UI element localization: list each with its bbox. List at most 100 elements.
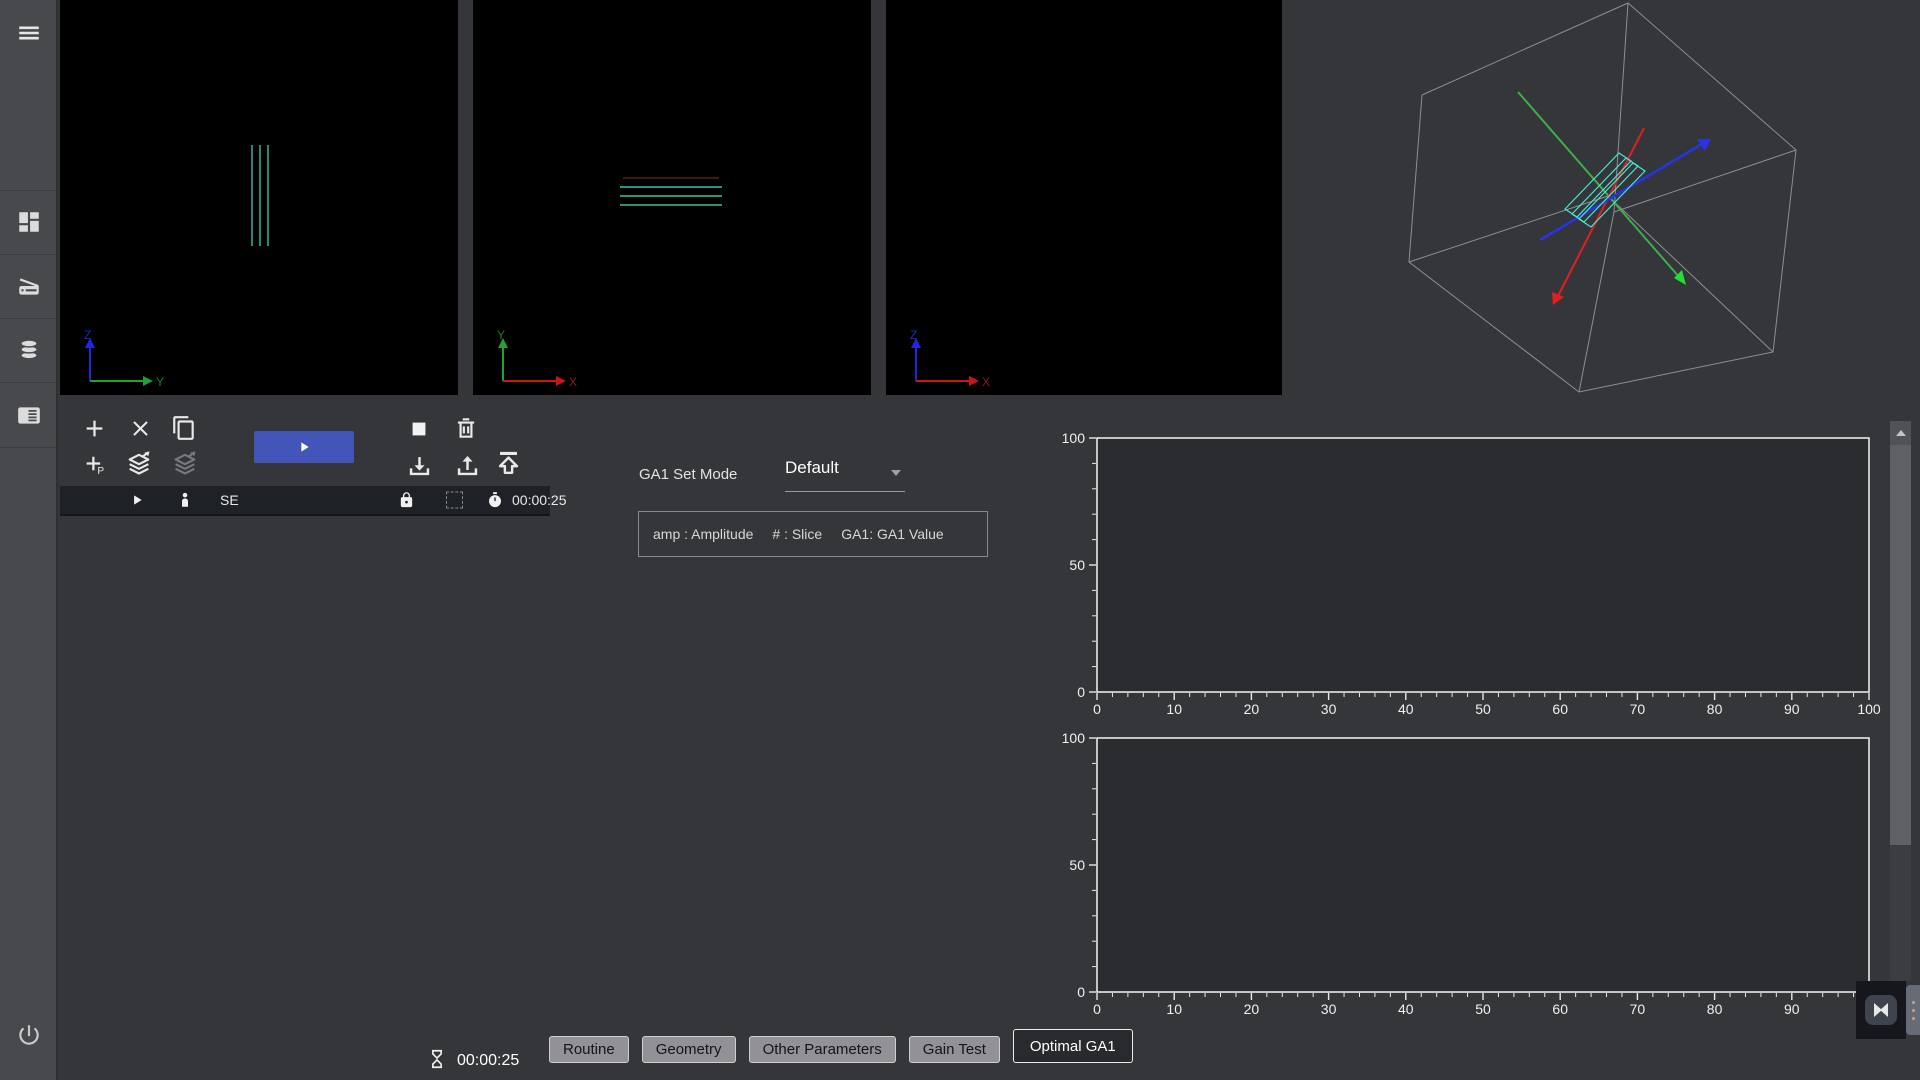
database-icon bbox=[16, 337, 42, 363]
legend-item: amp : Amplitude bbox=[653, 526, 753, 542]
copy-icon bbox=[171, 415, 197, 441]
svg-text:P: P bbox=[97, 466, 104, 477]
x-tick-label: 20 bbox=[1244, 1001, 1260, 1017]
arrow-up-icon bbox=[1896, 430, 1906, 436]
chat-widget[interactable] bbox=[1856, 981, 1906, 1039]
scrollbar-thumb[interactable] bbox=[1890, 445, 1911, 845]
app-root: Z Y Y X Z X bbox=[0, 0, 1920, 1080]
stop-button[interactable] bbox=[399, 409, 439, 449]
remove-button[interactable] bbox=[120, 408, 160, 448]
selection-box-icon bbox=[446, 492, 463, 509]
x-tick-label: 40 bbox=[1398, 701, 1414, 717]
add-icon bbox=[81, 415, 108, 442]
chevron-down-icon bbox=[891, 470, 901, 476]
tab-optimal-ga1[interactable]: Optimal GA1 bbox=[1013, 1029, 1133, 1063]
menu-button[interactable] bbox=[9, 13, 49, 53]
sidebar-item-database[interactable] bbox=[9, 330, 49, 370]
legend-item: GA1: GA1 Value bbox=[841, 526, 943, 542]
sidebar-divider bbox=[0, 447, 56, 448]
view-3d[interactable] bbox=[1282, 0, 1920, 420]
x-tick-label: 0 bbox=[1093, 701, 1101, 717]
dashboard-icon bbox=[16, 209, 42, 235]
scroll-up-button[interactable] bbox=[1890, 421, 1911, 445]
tab-routine[interactable]: Routine bbox=[549, 1036, 629, 1063]
add-button[interactable] bbox=[74, 408, 114, 448]
stop-icon bbox=[408, 418, 430, 440]
x-tick-label: 30 bbox=[1321, 701, 1337, 717]
handle-dot bbox=[1912, 1001, 1915, 1004]
sidebar-item-scanner[interactable] bbox=[9, 266, 49, 306]
sequence-elapsed: 00:00:25 bbox=[512, 492, 567, 508]
y-tick-label: 50 bbox=[1069, 557, 1085, 573]
x-tick-label: 20 bbox=[1244, 701, 1260, 717]
publish-icon bbox=[494, 448, 523, 477]
axis-label-v: Z bbox=[84, 329, 91, 342]
axis-label-h: X bbox=[982, 375, 990, 389]
chat-widget-icon bbox=[1862, 993, 1900, 1027]
tab-other-parameters[interactable]: Other Parameters bbox=[749, 1036, 896, 1063]
x-tick-label: 70 bbox=[1630, 701, 1646, 717]
publish-button[interactable] bbox=[488, 442, 528, 482]
x-tick-label: 50 bbox=[1475, 701, 1491, 717]
ga1-plot-top: 0102030405060708090100050100 bbox=[1055, 425, 1900, 725]
reader-icon bbox=[16, 402, 42, 428]
patient-icon bbox=[176, 491, 194, 509]
upload-button[interactable] bbox=[447, 445, 487, 485]
ga1-plot-bottom: 0102030405060708090100050100 bbox=[1055, 725, 1900, 1025]
layers-disabled-button[interactable] bbox=[165, 443, 205, 483]
tab-geometry[interactable]: Geometry bbox=[642, 1036, 736, 1063]
y-tick-label: 0 bbox=[1077, 984, 1085, 1000]
vertical-scrollbar[interactable] bbox=[1890, 421, 1911, 981]
hourglass-icon bbox=[426, 1046, 448, 1072]
ga1-set-mode-select[interactable]: Default bbox=[785, 458, 905, 492]
scanner-icon bbox=[16, 273, 42, 299]
sidebar-item-reader[interactable] bbox=[9, 395, 49, 435]
viewport-axial[interactable]: Z X bbox=[886, 0, 1282, 395]
power-button[interactable] bbox=[9, 1015, 49, 1055]
tab-gain-test[interactable]: Gain Test bbox=[909, 1036, 1000, 1063]
x-tick-label: 80 bbox=[1707, 701, 1723, 717]
x-tick-label: 70 bbox=[1630, 1001, 1646, 1017]
x-tick-label: 10 bbox=[1166, 1001, 1182, 1017]
x-tick-label: 30 bbox=[1321, 1001, 1337, 1017]
slice-stack-3d bbox=[1565, 153, 1645, 227]
add-p-icon: P bbox=[81, 450, 108, 477]
axis-label-v: Z bbox=[910, 329, 917, 342]
x-tick-label: 50 bbox=[1475, 1001, 1491, 1017]
sequence-name: SE bbox=[220, 492, 239, 508]
sidebar-divider bbox=[0, 382, 56, 383]
viewport-coronal[interactable]: Z Y bbox=[60, 0, 458, 395]
sidebar bbox=[0, 0, 58, 1080]
plot-area bbox=[1097, 438, 1869, 692]
copy-button[interactable] bbox=[164, 408, 204, 448]
layers-button[interactable] bbox=[119, 443, 159, 483]
download-button[interactable] bbox=[399, 445, 439, 485]
sequence-row[interactable]: SE 00:00:25 bbox=[60, 486, 550, 516]
select-underline bbox=[785, 491, 905, 492]
sidebar-item-dashboard[interactable] bbox=[9, 202, 49, 242]
menu-icon bbox=[16, 20, 42, 46]
axis-label-h: Y bbox=[156, 375, 164, 389]
bottom-tabs: Routine Geometry Other Parameters Gain Test… bbox=[549, 1029, 1133, 1063]
run-button[interactable] bbox=[254, 431, 354, 463]
plot-area bbox=[1097, 738, 1869, 992]
legend-box: amp : Amplitude # : Slice GA1: GA1 Value bbox=[638, 511, 988, 557]
x-tick-label: 90 bbox=[1784, 1001, 1800, 1017]
widget-handle[interactable] bbox=[1906, 985, 1920, 1035]
layers-icon bbox=[125, 449, 153, 477]
x-tick-label: 10 bbox=[1166, 701, 1182, 717]
legend-item: # : Slice bbox=[772, 526, 822, 542]
delete-button[interactable] bbox=[446, 408, 486, 448]
layers-disabled-icon bbox=[171, 449, 199, 477]
sidebar-divider bbox=[0, 318, 56, 319]
viewport-sagittal[interactable]: Y X bbox=[473, 0, 871, 395]
cube-wireframe bbox=[1409, 3, 1796, 392]
sidebar-divider bbox=[0, 254, 56, 255]
x-tick-label: 60 bbox=[1552, 701, 1568, 717]
x-tick-label: 60 bbox=[1552, 1001, 1568, 1017]
ga1-set-mode-value: Default bbox=[785, 458, 839, 477]
x-tick-label: 90 bbox=[1784, 701, 1800, 717]
seq-play-icon[interactable] bbox=[130, 493, 144, 507]
y-tick-label: 100 bbox=[1062, 430, 1086, 446]
add-protocol-button[interactable]: P bbox=[74, 443, 114, 483]
